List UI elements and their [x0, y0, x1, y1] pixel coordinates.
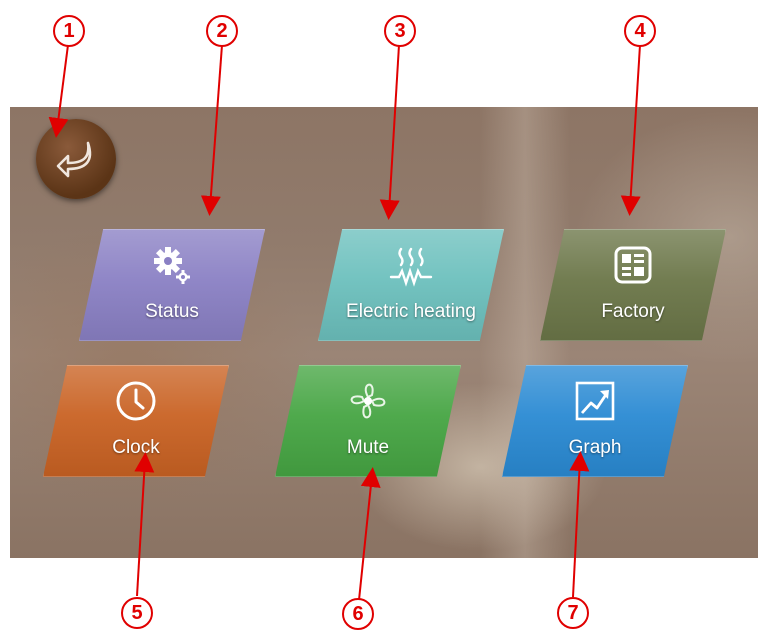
mute-label: Mute [346, 437, 390, 458]
fan-icon [350, 383, 386, 419]
annotation-marker-7: 7 [557, 597, 589, 629]
factory-panel-icon [614, 246, 652, 284]
electric-heating-label: Electric heating [346, 301, 476, 322]
graph-tile[interactable]: Graph [502, 365, 688, 477]
factory-label: Factory [601, 301, 665, 322]
mute-tile[interactable]: Mute [275, 365, 461, 477]
touch-screen: Status Electric heating Factory Clock Mu… [10, 107, 758, 558]
annotation-marker-4: 4 [624, 15, 656, 47]
back-arrow-icon [56, 141, 92, 178]
status-tile[interactable]: Status [79, 229, 265, 341]
graph-icon [575, 381, 615, 421]
clock-icon [116, 381, 156, 421]
annotation-marker-2: 2 [206, 15, 238, 47]
annotation-marker-1: 1 [53, 15, 85, 47]
clock-tile[interactable]: Clock [43, 365, 229, 477]
annotation-marker-6: 6 [342, 598, 374, 630]
annotation-marker-3: 3 [384, 15, 416, 47]
status-label: Status [145, 301, 199, 322]
back-button[interactable] [36, 119, 116, 199]
graph-label: Graph [568, 437, 622, 458]
electric-heating-tile[interactable]: Electric heating [318, 229, 504, 341]
factory-tile[interactable]: Factory [540, 229, 726, 341]
gears-icon [154, 247, 190, 284]
clock-label: Clock [112, 437, 160, 458]
annotation-marker-5: 5 [121, 597, 153, 629]
heating-coil-icon [389, 247, 433, 287]
